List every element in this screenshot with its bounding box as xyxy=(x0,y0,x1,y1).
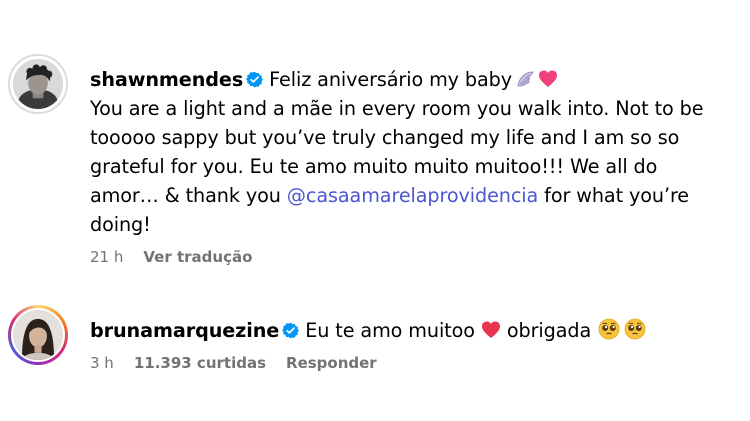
comment-text: shawnmendes Feliz aniversário my baby You… xyxy=(90,65,732,239)
username-link[interactable]: shawnmendes xyxy=(90,68,243,91)
profile-photo-icon xyxy=(13,59,63,109)
pleading-face-emoji-icon xyxy=(598,318,620,340)
username-link[interactable]: brunamarquezine xyxy=(90,319,279,342)
translate-button[interactable]: Ver tradução xyxy=(143,248,252,266)
mention-link[interactable]: @casaamarelaprovidencia xyxy=(287,184,538,207)
comment-time[interactable]: 3 h xyxy=(90,354,114,372)
comment-meta: 3 h 11.393 curtidas Responder xyxy=(90,352,732,374)
comment-text-part2: obrigada xyxy=(506,319,592,342)
comment-text-part1: Eu te amo muitoo xyxy=(305,319,475,342)
profile-photo-icon xyxy=(13,310,63,360)
comment-text-intro: Feliz aniversário my baby xyxy=(269,68,513,91)
comment-time[interactable]: 21 h xyxy=(90,248,123,266)
comment-meta: 21 h Ver tradução xyxy=(90,246,732,268)
verified-badge-icon xyxy=(282,322,300,339)
avatar-shawnmendes[interactable] xyxy=(8,54,68,114)
verified-badge-icon xyxy=(246,71,264,88)
likes-count[interactable]: 11.393 curtidas xyxy=(134,354,266,372)
wing-emoji-icon xyxy=(515,69,535,89)
reply-button[interactable]: Responder xyxy=(286,354,377,372)
avatar-brunamarquezine[interactable] xyxy=(8,305,68,365)
pleading-face-emoji-icon xyxy=(624,318,646,340)
comment-text: brunamarquezine Eu te amo muitoo obrigada xyxy=(90,316,732,345)
red-heart-emoji-icon xyxy=(481,320,501,340)
pink-heart-emoji-icon xyxy=(538,69,558,89)
